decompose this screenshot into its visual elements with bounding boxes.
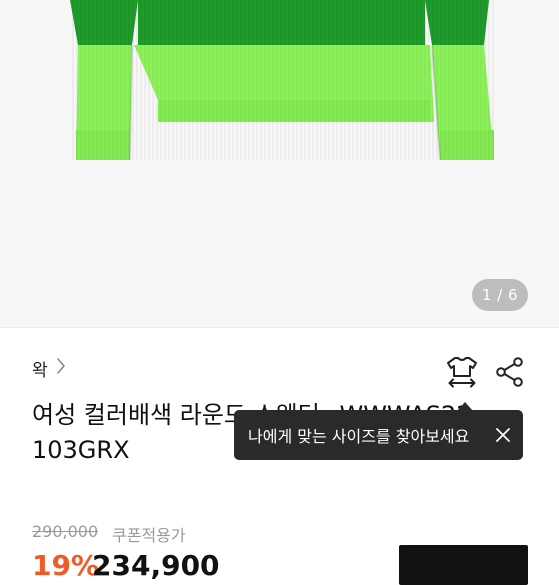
original-price: 290,000 [32, 522, 99, 541]
tooltip-text: 나에게 맞는 사이즈를 찾아보세요 [248, 427, 470, 446]
chevron-right-icon [56, 357, 66, 379]
product-image [70, 0, 494, 161]
divider [0, 327, 559, 328]
discount-rate: 19% [32, 549, 100, 582]
brand-name: 왁 [32, 360, 48, 381]
coupon-download-button[interactable] [399, 545, 528, 585]
product-image-gallery[interactable]: 1 / 6 [0, 0, 559, 327]
tooltip-close-button[interactable] [493, 425, 513, 445]
sale-price: 234,900 [92, 549, 220, 582]
brand-link[interactable]: 왁 [32, 354, 66, 382]
image-page-indicator: 1 / 6 [472, 279, 528, 311]
size-guide-button[interactable] [444, 354, 480, 390]
share-button[interactable] [494, 356, 526, 388]
share-icon [496, 357, 523, 387]
close-icon [496, 428, 510, 442]
size-guide-tooltip[interactable]: 나에게 맞는 사이즈를 찾아보세요 [234, 410, 523, 460]
coupon-price-label: 쿠폰적용가 [112, 526, 186, 545]
shirt-size-icon [447, 357, 477, 388]
